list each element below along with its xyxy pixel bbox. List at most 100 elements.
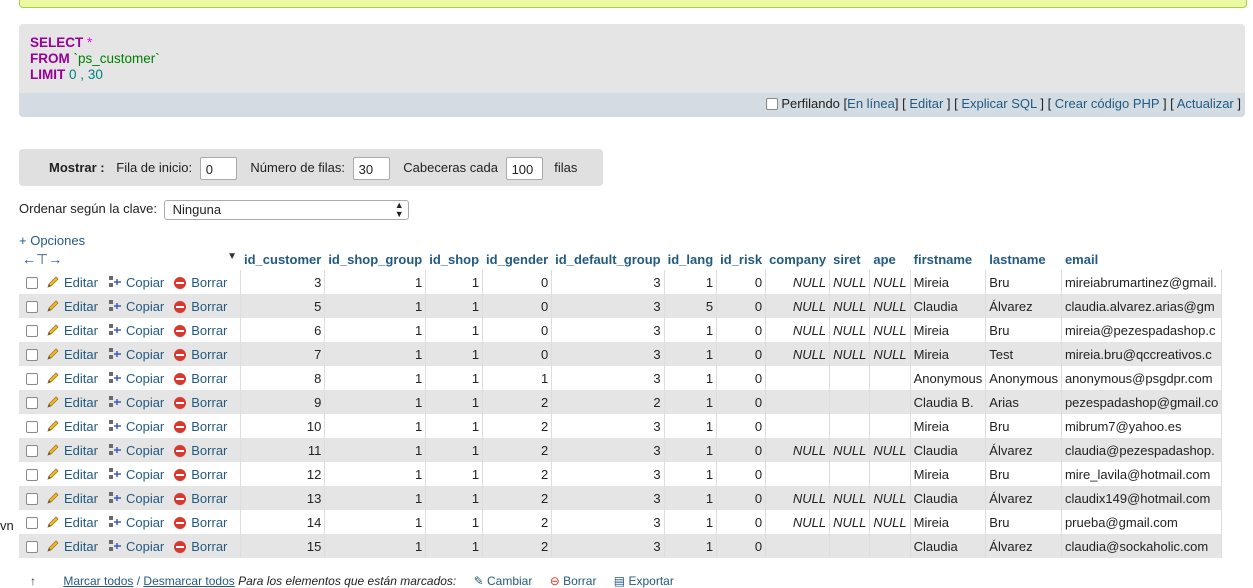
cell-id-shop[interactable]: 1 xyxy=(425,462,484,486)
row-checkbox[interactable] xyxy=(26,348,38,361)
cell-email[interactable]: mire_lavila@hotmail.com xyxy=(1061,462,1223,486)
cell-firstname[interactable]: Mireia xyxy=(910,414,987,438)
refresh-link[interactable]: Actualizar xyxy=(1177,96,1234,111)
cell-email[interactable]: pezespadashop@gmail.co xyxy=(1061,390,1223,414)
cell-id-default-group[interactable]: 3 xyxy=(551,342,665,366)
cell-id-risk[interactable]: 0 xyxy=(716,534,767,558)
cell-email[interactable]: mireia@pezespadashop.c xyxy=(1061,318,1223,342)
cell-id-gender[interactable]: 1 xyxy=(482,366,553,390)
row-copy-link[interactable]: Copiar xyxy=(108,491,164,506)
row-delete-link[interactable]: Borrar xyxy=(174,347,227,362)
cell-id-customer[interactable]: 9 xyxy=(240,390,326,414)
options-link[interactable]: + Opciones xyxy=(19,233,85,248)
column-header-siret[interactable]: siret xyxy=(829,248,871,270)
column-header-id-customer[interactable]: id_customer xyxy=(240,248,326,270)
sort-key-select[interactable]: Ninguna ▲ ▼ xyxy=(163,199,409,220)
edit-sql-link[interactable]: Editar xyxy=(909,96,943,111)
cell-email[interactable]: mireia.bru@qccreativos.c xyxy=(1061,342,1223,366)
cell-id-customer[interactable]: 11 xyxy=(240,438,326,462)
cell-firstname[interactable]: Mireia xyxy=(910,342,987,366)
cell-id-shop-group[interactable]: 1 xyxy=(324,366,427,390)
column-header-id-shop[interactable]: id_shop xyxy=(425,248,484,270)
row-delete-link[interactable]: Borrar xyxy=(174,371,227,386)
row-edit-link[interactable]: Editar xyxy=(46,371,98,386)
cell-id-lang[interactable]: 1 xyxy=(664,486,718,510)
cell-id-default-group[interactable]: 3 xyxy=(551,510,665,534)
cell-id-risk[interactable]: 0 xyxy=(716,414,767,438)
cell-company[interactable]: NULL xyxy=(765,342,831,366)
cell-id-shop[interactable]: 1 xyxy=(425,366,484,390)
row-delete-link[interactable]: Borrar xyxy=(174,467,227,482)
cell-id-shop-group[interactable]: 1 xyxy=(324,510,427,534)
cell-id-risk[interactable]: 0 xyxy=(716,342,767,366)
row-checkbox[interactable] xyxy=(26,372,38,385)
cell-ape[interactable] xyxy=(869,534,911,558)
cell-lastname[interactable]: Bru xyxy=(985,318,1062,342)
cell-siret[interactable] xyxy=(829,534,871,558)
cell-id-gender[interactable]: 2 xyxy=(482,414,553,438)
cell-siret[interactable]: NULL xyxy=(829,342,871,366)
cell-email[interactable]: prueba@gmail.com xyxy=(1061,510,1223,534)
cell-company[interactable] xyxy=(765,534,831,558)
row-copy-link[interactable]: Copiar xyxy=(108,347,164,362)
row-copy-link[interactable]: Copiar xyxy=(108,467,164,482)
cell-id-lang[interactable]: 1 xyxy=(664,270,718,294)
cell-id-risk[interactable]: 0 xyxy=(716,510,767,534)
column-header-id-gender[interactable]: id_gender xyxy=(482,248,553,270)
cell-siret[interactable]: NULL xyxy=(829,294,871,318)
cell-id-gender[interactable]: 2 xyxy=(482,486,553,510)
cell-id-lang[interactable]: 1 xyxy=(664,438,718,462)
cell-company[interactable] xyxy=(765,366,831,390)
explain-sql-link[interactable]: Explicar SQL xyxy=(961,96,1036,111)
cell-email[interactable]: claudia@sockaholic.com xyxy=(1061,534,1223,558)
cell-company[interactable]: NULL xyxy=(765,318,831,342)
cell-lastname[interactable]: Test xyxy=(985,342,1062,366)
cell-ape[interactable]: NULL xyxy=(869,294,911,318)
cell-siret[interactable]: NULL xyxy=(829,510,871,534)
cell-id-customer[interactable]: 7 xyxy=(240,342,326,366)
cell-lastname[interactable]: Álvarez xyxy=(985,486,1062,510)
cell-id-shop-group[interactable]: 1 xyxy=(324,462,427,486)
cell-id-customer[interactable]: 8 xyxy=(240,366,326,390)
cell-id-gender[interactable]: 2 xyxy=(482,462,553,486)
cell-firstname[interactable]: Mireia xyxy=(910,510,987,534)
cell-id-shop-group[interactable]: 1 xyxy=(324,486,427,510)
row-copy-link[interactable]: Copiar xyxy=(108,371,164,386)
headers-every-input[interactable]: 100 xyxy=(505,157,543,181)
cell-firstname[interactable]: Mireia xyxy=(910,270,987,294)
cell-id-lang[interactable]: 1 xyxy=(664,366,718,390)
row-copy-link[interactable]: Copiar xyxy=(108,443,164,458)
cell-email[interactable]: mireiabrumartinez@gmail. xyxy=(1061,270,1223,294)
cell-ape[interactable] xyxy=(869,414,911,438)
cell-id-lang[interactable]: 1 xyxy=(664,510,718,534)
cell-id-customer[interactable]: 3 xyxy=(240,270,326,294)
cell-id-gender[interactable]: 0 xyxy=(482,294,553,318)
cell-ape[interactable] xyxy=(869,366,911,390)
cell-firstname[interactable]: Mireia xyxy=(910,462,987,486)
cell-id-gender[interactable]: 0 xyxy=(482,342,553,366)
cell-id-shop[interactable]: 1 xyxy=(425,342,484,366)
rows-count-input[interactable]: 30 xyxy=(352,157,390,181)
row-edit-link[interactable]: Editar xyxy=(46,539,98,554)
cell-email[interactable]: claudia.alvarez.arias@gm xyxy=(1061,294,1223,318)
cell-ape[interactable]: NULL xyxy=(869,318,911,342)
cell-id-shop[interactable]: 1 xyxy=(425,270,484,294)
cell-company[interactable]: NULL xyxy=(765,438,831,462)
row-copy-link[interactable]: Copiar xyxy=(108,395,164,410)
cell-ape[interactable] xyxy=(869,462,911,486)
row-edit-link[interactable]: Editar xyxy=(46,467,98,482)
cell-id-shop-group[interactable]: 1 xyxy=(324,438,427,462)
cell-id-lang[interactable]: 1 xyxy=(664,462,718,486)
row-checkbox[interactable] xyxy=(26,444,38,457)
column-header-company[interactable]: company xyxy=(765,248,831,270)
row-edit-link[interactable]: Editar xyxy=(46,323,98,338)
row-copy-link[interactable]: Copiar xyxy=(108,299,164,314)
row-delete-link[interactable]: Borrar xyxy=(174,395,227,410)
cell-id-risk[interactable]: 0 xyxy=(716,438,767,462)
cell-id-customer[interactable]: 10 xyxy=(240,414,326,438)
profiling-checkbox[interactable] xyxy=(766,98,779,110)
cell-firstname[interactable]: Claudia xyxy=(910,294,987,318)
cell-id-shop-group[interactable]: 1 xyxy=(324,294,427,318)
row-checkbox[interactable] xyxy=(26,516,38,529)
cell-id-default-group[interactable]: 3 xyxy=(551,270,665,294)
